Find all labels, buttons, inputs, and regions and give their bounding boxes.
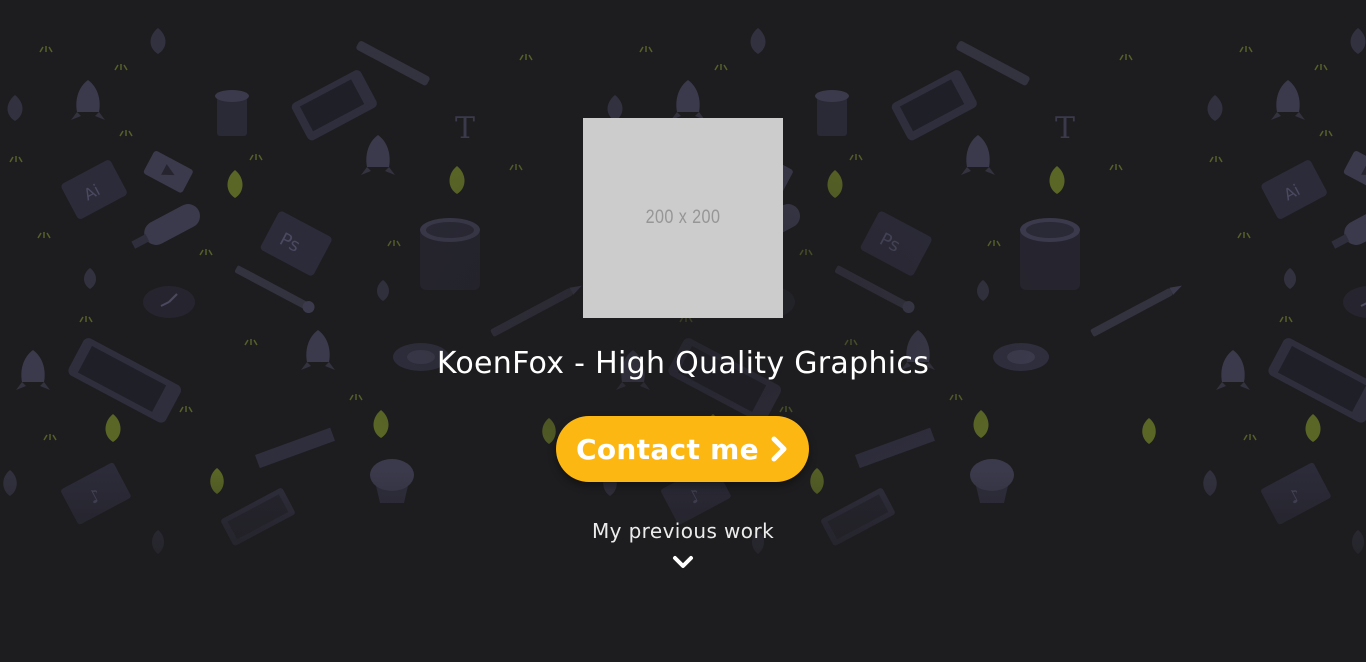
contact-me-label: Contact me bbox=[576, 432, 759, 466]
previous-work-link[interactable]: My previous work bbox=[0, 519, 1366, 543]
chevron-down-icon[interactable] bbox=[671, 553, 695, 571]
chevron-right-icon bbox=[769, 436, 789, 462]
hero-content: 200 x 200 KoenFox - High Quality Graphic… bbox=[0, 0, 1366, 662]
contact-me-button[interactable]: Contact me bbox=[556, 416, 809, 482]
page-title: KoenFox - High Quality Graphics bbox=[436, 346, 930, 381]
logo-placeholder-image: 200 x 200 bbox=[583, 118, 783, 318]
hero-section: Ai Ps bbox=[0, 0, 1366, 662]
logo-placeholder-text: 200 x 200 bbox=[645, 207, 721, 228]
